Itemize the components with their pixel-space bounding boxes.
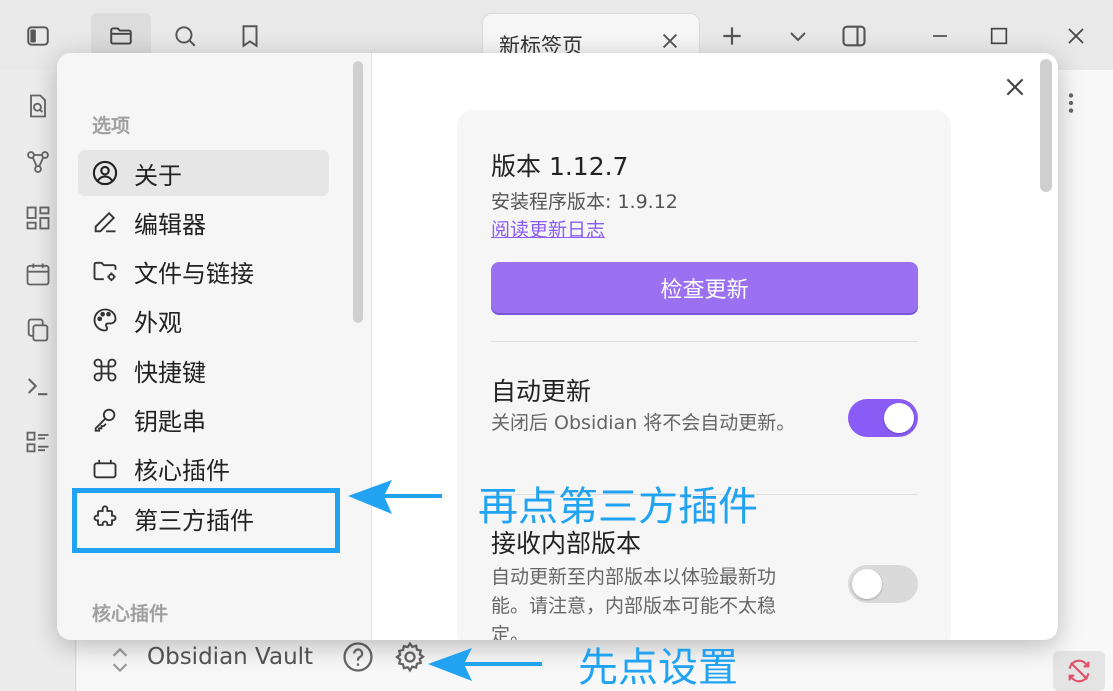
nav-heading-options: 选项 [92,115,131,137]
content-scrollbar[interactable] [1040,59,1052,192]
annotation-highlight-box [72,488,340,553]
palette-icon [90,305,120,335]
folder-cog-icon [90,256,120,286]
nav-item-label: 编辑器 [134,210,206,239]
annotation-arrow-icon [348,480,442,514]
nav-item-label: 关于 [134,161,182,190]
auto-update-toggle[interactable] [848,399,918,437]
changelog-link[interactable]: 阅读更新日志 [491,215,605,242]
vault-name[interactable]: Obsidian Vault [147,644,313,670]
right-sidebar-toggle-icon[interactable] [834,16,874,56]
nav-scrollbar[interactable] [353,61,363,323]
insider-desc: 自动更新至内部版本以体验最新功能。请注意，内部版本可能不太稳定。 [491,566,777,640]
bookmark-icon[interactable] [230,16,270,56]
chevron-updown-icon[interactable] [107,644,133,676]
version-title: 版本 1.12.7 [491,152,629,181]
chevron-down-icon[interactable] [778,16,818,56]
sidebar-toggle-icon[interactable] [18,16,58,56]
nav-item-appearance[interactable]: 外观 [78,297,329,343]
toggle-knob [884,403,914,433]
annotation-step1: 先点设置 [578,645,738,691]
annotation-step2: 再点第三方插件 [478,484,758,530]
nav-item-core-plugins[interactable]: 核心插件 [78,445,329,491]
check-update-button[interactable]: 检查更新 [491,262,918,313]
terminal-icon[interactable] [20,368,56,404]
auto-update-title: 自动更新 [491,377,592,406]
nav-item-about[interactable]: 关于 [78,150,329,196]
close-icon[interactable] [655,26,685,56]
search-icon[interactable] [165,16,205,56]
installer-version: 安装程序版本: 1.9.12 [491,191,678,213]
nav-item-label: 钥匙串 [134,407,206,436]
maximize-icon[interactable] [979,16,1019,56]
insider-toggle[interactable] [848,565,918,603]
close-icon[interactable] [999,71,1031,103]
nav-item-label: 核心插件 [134,456,230,485]
list-icon[interactable] [20,424,56,460]
dashboard-icon[interactable] [20,200,56,236]
help-icon[interactable] [341,640,375,674]
gear-icon[interactable] [393,640,427,674]
nav-heading-core: 核心插件 [92,603,169,625]
plug-block-icon [90,453,120,483]
about-card: 版本 1.12.7 安装程序版本: 1.9.12 阅读更新日志 检查更新 自动更… [457,110,951,640]
divider [491,341,918,342]
user-circle-icon [90,158,120,188]
nav-item-label: 文件与链接 [134,259,254,288]
pencil-icon [90,207,120,237]
key-icon [90,404,120,434]
copy-icon[interactable] [20,312,56,348]
nav-item-files-links[interactable]: 文件与链接 [78,248,329,294]
nav-item-label: 外观 [134,308,182,337]
nav-item-label: 快捷键 [134,358,206,387]
annotation-arrow-icon [428,648,542,681]
nav-item-keychain[interactable]: 钥匙串 [78,396,329,442]
auto-update-desc: 关闭后 Obsidian 将不会自动更新。 [491,412,796,434]
close-window-icon[interactable] [1056,16,1096,56]
calendar-icon[interactable] [20,256,56,292]
nav-item-hotkeys[interactable]: 快捷键 [78,347,329,393]
sync-error-icon[interactable] [1053,651,1105,691]
more-options-icon[interactable] [1058,88,1084,118]
graph-icon[interactable] [20,144,56,180]
command-icon [90,355,120,385]
minimize-icon[interactable] [920,16,960,56]
search-file-icon[interactable] [20,88,56,124]
toggle-knob [852,569,882,599]
nav-item-editor[interactable]: 编辑器 [78,199,329,245]
new-tab-icon[interactable] [712,16,752,56]
